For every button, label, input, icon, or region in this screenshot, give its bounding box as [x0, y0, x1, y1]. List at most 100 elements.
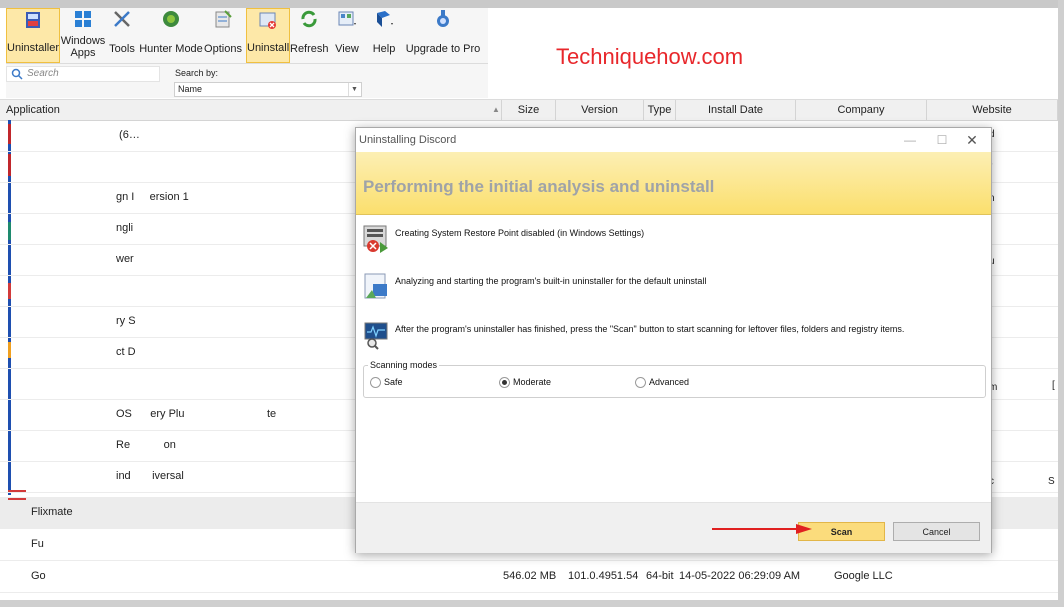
window-frame-right	[1058, 0, 1064, 607]
refresh-button[interactable]: Refresh	[290, 8, 329, 63]
app-name-fragment: gn I ersion 1	[116, 191, 189, 203]
step-builtin-uninstaller: Analyzing and starting the program's bui…	[359, 272, 987, 306]
search-placeholder: Search	[27, 68, 59, 79]
refresh-icon	[301, 10, 317, 28]
app-name: Go	[31, 570, 46, 582]
search-by-value: Name	[178, 84, 203, 94]
minimize-icon[interactable]: —	[895, 130, 925, 150]
app-name: Flixmate	[31, 506, 73, 518]
search-by-select[interactable]: Name ▼	[174, 82, 362, 97]
scanning-modes-group: Scanning modes Safe Moderate Advanced	[363, 360, 986, 398]
search-by-label: Search by:	[175, 68, 219, 78]
restore-point-icon	[363, 225, 388, 253]
view-icon	[338, 11, 356, 26]
app-name-fragment: ry S	[116, 315, 136, 327]
tools-button[interactable]: Tools	[106, 8, 138, 63]
column-size[interactable]: Size	[502, 100, 556, 120]
step-scan-instructions: After the program's uninstaller has fini…	[359, 320, 987, 354]
hunter-mode-label: Hunter Mode	[139, 43, 203, 55]
app-icon	[8, 222, 33, 240]
app-name-fragment: wer	[116, 253, 134, 265]
app-icon	[8, 283, 33, 299]
app-version: 101.0.4951.54	[568, 570, 639, 582]
help-button[interactable]: Help	[366, 8, 402, 63]
mode-safe-label: Safe	[384, 377, 403, 387]
radio-icon	[635, 377, 646, 388]
app-type: 64-bit	[646, 570, 674, 582]
window-frame-top	[0, 0, 1064, 8]
app-install-date: 14-05-2022 06:29:09 AM	[679, 570, 801, 582]
revo-uninstaller-window: Uninstaller Windows Apps Tools Hunter Mo…	[0, 0, 1064, 607]
tools-icon	[114, 11, 130, 27]
column-company[interactable]: Company	[796, 100, 927, 120]
step-restore-point-text: Creating System Restore Point disabled (…	[395, 228, 645, 238]
uninstaller-window-icon	[364, 273, 387, 299]
column-install-date[interactable]: Install Date	[676, 100, 796, 120]
view-button[interactable]: View	[330, 8, 364, 63]
column-type[interactable]: Type	[644, 100, 676, 120]
radio-selected-icon	[499, 377, 510, 388]
view-label: View	[335, 43, 359, 55]
windows-icon	[75, 11, 91, 27]
app-name: Fu	[31, 538, 44, 550]
app-name-fragment: ct D	[116, 346, 136, 358]
window-frame-bottom	[0, 600, 1064, 607]
help-label: Help	[372, 43, 396, 55]
dialog-footer: Scan Cancel	[356, 502, 991, 553]
step-scan-instructions-text: After the program's uninstaller has fini…	[395, 324, 905, 334]
options-button[interactable]: Options	[204, 8, 242, 63]
ribbon-toolbar: Uninstaller Windows Apps Tools Hunter Mo…	[6, 8, 488, 64]
column-version[interactable]: Version	[556, 100, 644, 120]
sort-ascending-icon: ▲	[492, 105, 500, 114]
tools-label: Tools	[109, 43, 135, 55]
table-row[interactable]: Go 546.02 MB 101.0.4951.54 64-bit 14-05-…	[0, 561, 1058, 593]
medal-icon	[437, 10, 449, 27]
refresh-label: Refresh	[290, 43, 329, 55]
uninstaller-button[interactable]: Uninstaller	[6, 8, 60, 63]
dialog-title: Uninstalling Discord	[359, 134, 457, 146]
step-builtin-uninstaller-text: Analyzing and starting the program's bui…	[395, 276, 707, 286]
dialog-banner: Performing the initial analysis and unin…	[356, 152, 991, 215]
upgrade-label: Upgrade to Pro	[405, 43, 481, 55]
watermark-text: Techniquehow.com	[556, 44, 744, 69]
options-label: Options	[204, 43, 242, 55]
app-icon	[8, 124, 33, 144]
uninstall-dialog: Uninstalling Discord — ☐ ✕ Performing th…	[355, 127, 992, 553]
mode-advanced-label: Advanced	[649, 377, 690, 387]
windows-apps-label-2: Apps	[70, 47, 96, 59]
column-headers: Application ▲ Size Version Type Install …	[0, 99, 1058, 121]
uninstaller-icon	[26, 12, 40, 28]
app-name-fragment: ind iversal	[116, 470, 184, 482]
uninstaller-label: Uninstaller	[7, 42, 59, 54]
column-website[interactable]: Website	[927, 100, 1058, 120]
uninstall-icon	[259, 12, 276, 29]
column-application[interactable]: Application	[0, 100, 502, 120]
search-input[interactable]: Search	[6, 66, 160, 82]
mode-moderate-label: Moderate	[513, 377, 552, 387]
chevron-down-icon: ▼	[348, 83, 360, 96]
app-icon	[8, 490, 26, 500]
website-fragment: [	[1052, 380, 1055, 391]
help-book-icon	[377, 11, 393, 27]
app-name-fragment: OS ery Plu te	[116, 408, 277, 420]
hunter-mode-icon	[163, 11, 179, 27]
windows-apps-button[interactable]: Windows Apps	[60, 8, 106, 63]
maximize-icon[interactable]: ☐	[927, 130, 957, 150]
app-icon	[8, 154, 33, 176]
hunter-mode-button[interactable]: Hunter Mode	[138, 8, 204, 63]
red-arrow-annotation	[712, 524, 812, 534]
app-company: Google LLC	[834, 570, 893, 582]
cancel-button[interactable]: Cancel	[893, 522, 980, 541]
close-icon[interactable]: ✕	[957, 130, 987, 150]
search-icon	[11, 68, 23, 80]
upgrade-to-pro-button[interactable]: Upgrade to Pro	[402, 8, 484, 63]
scan-monitor-icon	[364, 322, 388, 350]
app-name-fragment: Re on	[116, 439, 176, 451]
website-fragment: S	[1048, 476, 1055, 487]
uninstall-button[interactable]: Uninstall	[246, 8, 290, 63]
app-name-fragment: (6…	[116, 129, 140, 141]
app-name-fragment: ngli	[116, 222, 134, 234]
radio-icon	[370, 377, 381, 388]
app-icon	[8, 342, 33, 358]
dialog-heading: Performing the initial analysis and unin…	[363, 177, 715, 196]
